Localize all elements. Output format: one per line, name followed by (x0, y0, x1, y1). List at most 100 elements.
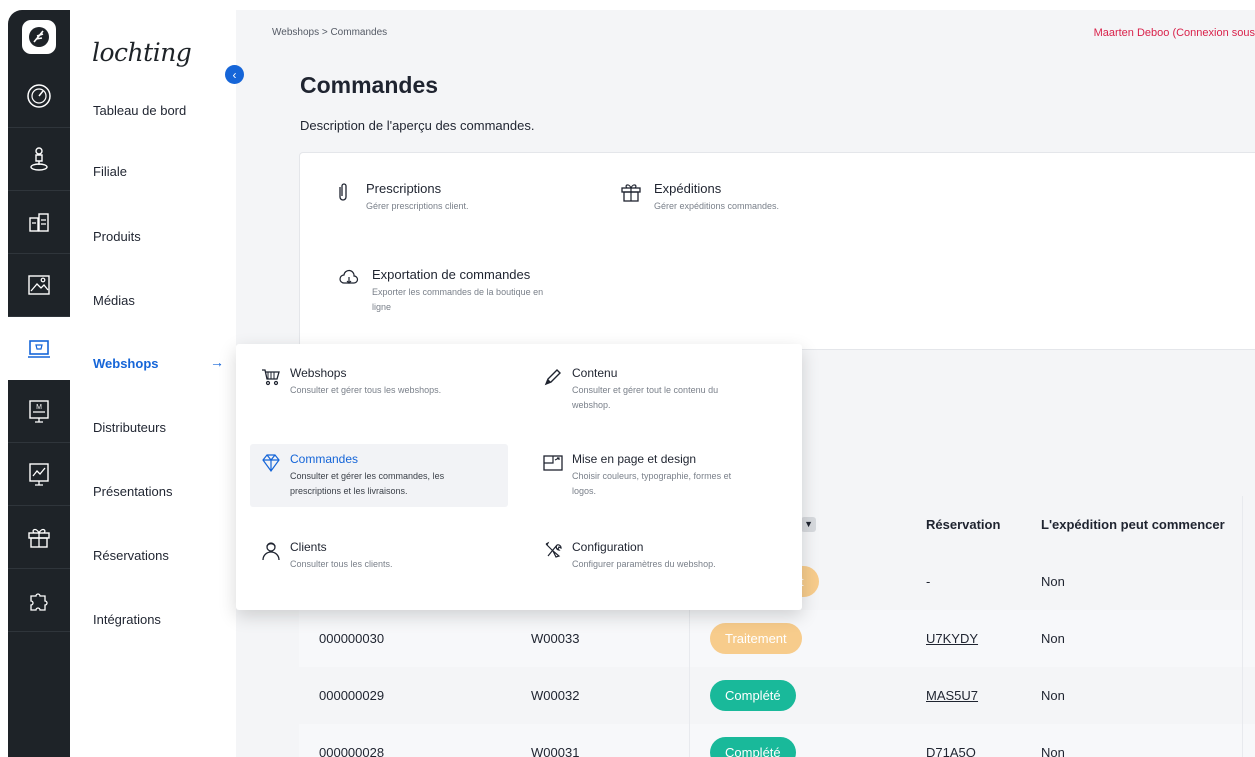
shipping-value: Non (1041, 688, 1065, 703)
distributor-icon[interactable]: M (8, 380, 70, 443)
submenu-item-title: Mise en page et design (572, 452, 697, 466)
submenu-item-desc: Choisir couleurs, typographie, formes et (572, 471, 732, 481)
reservation-link[interactable]: U7KYDY (926, 610, 978, 667)
submenu-item-desc: Consulter tous les clients. (290, 559, 393, 569)
submenu-item-contenu[interactable]: Contenu Consulter et gérer tout le conte… (532, 358, 790, 421)
column-divider (1242, 724, 1243, 757)
submenu-item-desc: Configurer paramètres du webshop. (572, 559, 716, 569)
quick-link-export[interactable]: Exportation de commandes Exporter les co… (338, 267, 543, 315)
quick-link-desc: Exporter les commandes de la boutique en (372, 287, 544, 297)
quick-link-prescriptions[interactable]: Prescriptions Gérer prescriptions client… (332, 181, 469, 214)
status-badge: Complété (710, 680, 796, 711)
user-icon (262, 542, 280, 561)
brand-logo: lochting (92, 38, 192, 67)
sidebar-item-webshops[interactable]: Webshops (93, 356, 159, 371)
table-row[interactable]: 000000030 W00033 Traitement U7KYDY Non (299, 610, 1255, 667)
submenu-item-title: Webshops (290, 366, 347, 380)
gift-icon[interactable] (8, 506, 70, 569)
submenu-item-title: Contenu (572, 366, 618, 380)
sidebar-item-tableau-de-bord[interactable]: Tableau de bord (93, 103, 186, 118)
submenu-item-title: Clients (290, 540, 327, 554)
reservation-link[interactable]: MAS5U7 (926, 667, 978, 724)
quick-links-card: Prescriptions Gérer prescriptions client… (299, 152, 1255, 350)
submenu-item-desc-line2: webshop. (572, 400, 611, 410)
person-pin-icon[interactable] (8, 128, 70, 191)
filter-icon[interactable]: ▼ (801, 517, 817, 532)
shipping-value: Non (1041, 745, 1065, 757)
reservation-link[interactable]: D71A5Q (926, 724, 976, 757)
status-badge: Complété (710, 737, 796, 757)
order-ref: W00032 (531, 688, 580, 703)
submenu-item-clients[interactable]: Clients Consulter tous les clients. (250, 532, 508, 580)
table-row[interactable]: 000000028 W00031 Complété D71A5Q Non (299, 724, 1255, 757)
shipping-value: Non (1041, 574, 1065, 589)
sidebar-item-integrations[interactable]: Intégrations (93, 612, 161, 627)
pencil-icon (544, 369, 561, 386)
presentation-icon[interactable] (8, 443, 70, 506)
cloud-download-icon (339, 269, 359, 284)
layout-icon (543, 455, 563, 471)
user-name[interactable]: Maarten Deboo (Connexion sous (1094, 27, 1255, 39)
diamond-icon (262, 454, 280, 473)
gift-icon (621, 184, 641, 202)
quick-link-desc: Gérer prescriptions client. (366, 201, 469, 211)
status-badge: Traitement (710, 623, 802, 654)
collapse-sidebar-button[interactable]: ‹ (225, 65, 244, 84)
column-divider (689, 667, 690, 724)
submenu-item-title: Configuration (572, 540, 644, 554)
arrow-right-icon: → (210, 354, 224, 370)
column-divider (1242, 553, 1243, 610)
sidebar-item-produits[interactable]: Produits (93, 229, 141, 244)
products-icon[interactable] (8, 191, 70, 254)
submenu-item-desc: Consulter et gérer tous les webshops. (290, 385, 442, 395)
submenu-item-desc: Consulter et gérer les commandes, les (290, 471, 445, 481)
media-icon[interactable] (8, 254, 70, 317)
puzzle-icon[interactable] (8, 569, 70, 632)
cart-icon (262, 369, 280, 386)
page-description: Description de l'aperçu des commandes. (300, 118, 535, 133)
webshop-icon[interactable] (8, 317, 70, 380)
quick-link-desc: Gérer expéditions commandes. (654, 201, 780, 211)
submenu-item-title: Commandes (290, 452, 359, 466)
quick-link-title: Expéditions (654, 181, 722, 196)
submenu-item-mise-en-page[interactable]: Mise en page et design Choisir couleurs,… (532, 444, 790, 507)
quick-link-title: Exportation de commandes (372, 267, 531, 282)
quick-link-expeditions[interactable]: Expéditions Gérer expéditions commandes. (620, 181, 779, 214)
sidebar-item-reservations[interactable]: Réservations (93, 548, 169, 563)
submenu-item-configuration[interactable]: Configuration Configurer paramètres du w… (532, 532, 790, 580)
order-number: 000000030 (319, 631, 385, 646)
reservation-value: - (926, 574, 931, 589)
submenu-item-webshops[interactable]: Webshops Consulter et gérer tous les web… (250, 358, 508, 406)
breadcrumb[interactable]: Webshops > Commandes (272, 27, 387, 38)
submenu-item-desc-line2: prescriptions et les livraisons. (290, 486, 408, 496)
column-header-shipping[interactable]: L'expédition peut commencer (1041, 496, 1225, 553)
column-divider (689, 610, 690, 667)
paperclip-icon (339, 183, 347, 201)
sidebar-nav: lochting Tableau de bord Filiale Produit… (70, 10, 236, 757)
order-number: 000000028 (319, 745, 385, 757)
sidebar-item-presentations[interactable]: Présentations (93, 484, 173, 499)
sidebar-item-medias[interactable]: Médias (93, 293, 135, 308)
submenu-item-desc: Consulter et gérer tout le contenu du (572, 385, 719, 395)
webshops-submenu: Webshops Consulter et gérer tous les web… (236, 344, 802, 610)
column-divider (1242, 496, 1243, 553)
order-ref: W00033 (531, 631, 580, 646)
logo-feather-icon[interactable] (22, 20, 56, 54)
column-divider (1242, 610, 1243, 667)
speedometer-icon[interactable] (8, 65, 70, 128)
submenu-item-desc-line2: logos. (572, 486, 597, 496)
column-divider (1242, 667, 1243, 724)
order-ref: W00031 (531, 745, 580, 757)
quick-link-desc-line2: ligne (372, 302, 392, 312)
sidebar-item-distributeurs[interactable]: Distributeurs (93, 420, 166, 435)
quick-link-title: Prescriptions (366, 181, 442, 196)
page-title: Commandes (300, 72, 439, 98)
table-row[interactable]: 000000029 W00032 Complété MAS5U7 Non (299, 667, 1255, 724)
svg-text:M: M (36, 404, 42, 411)
sidebar-item-filiale[interactable]: Filiale (93, 164, 127, 179)
column-divider (689, 724, 690, 757)
column-header-reservation[interactable]: Réservation (926, 496, 1000, 553)
submenu-item-commandes[interactable]: Commandes Consulter et gérer les command… (250, 444, 508, 507)
shipping-value: Non (1041, 631, 1065, 646)
icon-rail: M (8, 10, 70, 757)
